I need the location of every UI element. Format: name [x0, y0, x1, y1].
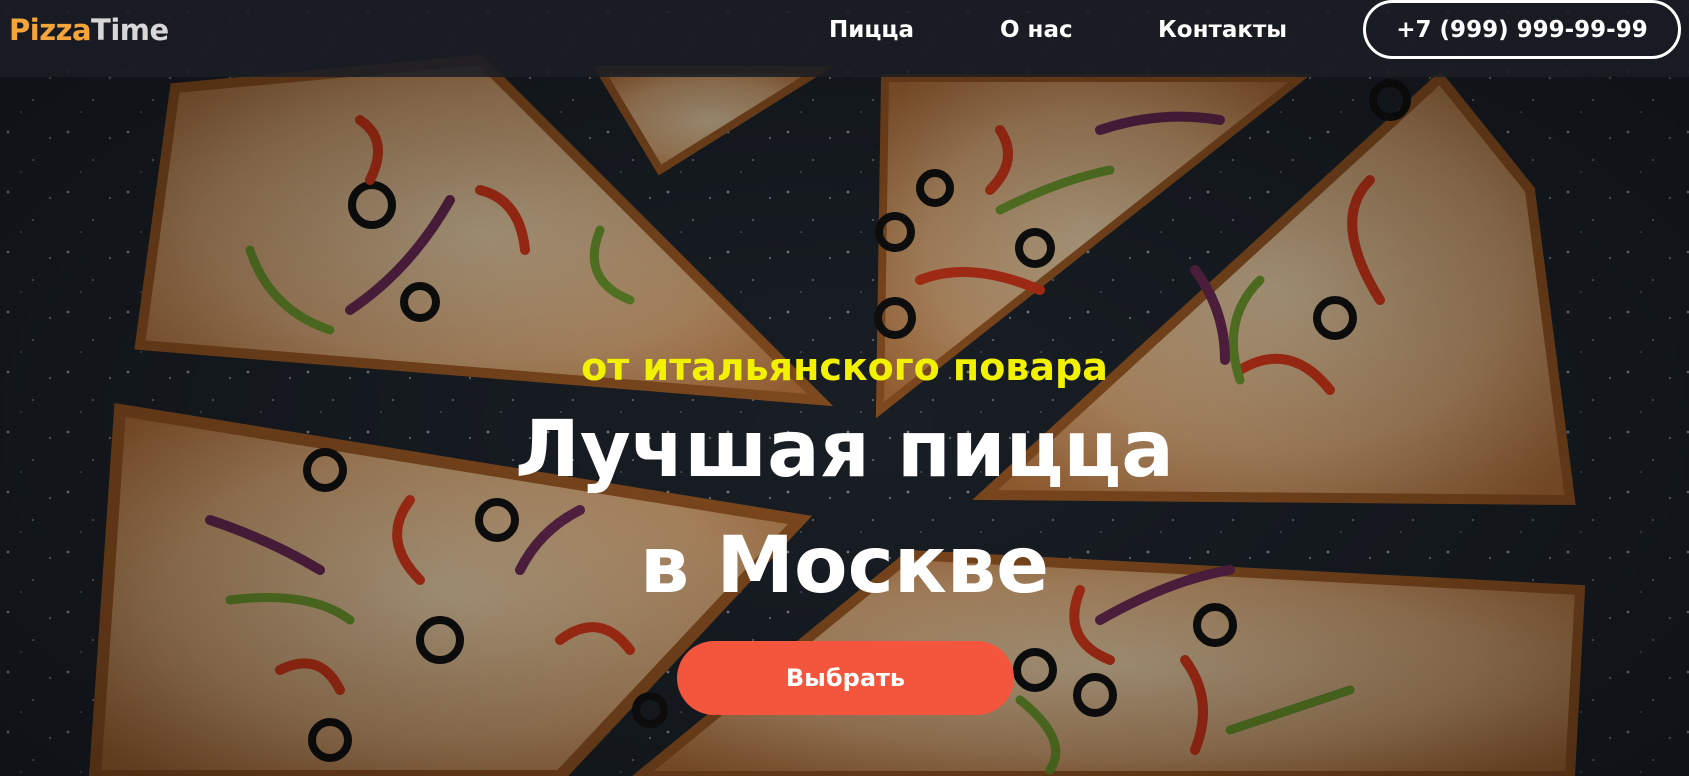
- logo[interactable]: PizzaTime: [9, 13, 169, 47]
- logo-pizza-text: Pizza: [9, 13, 92, 47]
- phone-button[interactable]: +7 (999) 999-99-99: [1363, 0, 1681, 59]
- landing-page: PizzaTime Пицца О нас Контакты +7 (999) …: [0, 0, 1689, 776]
- choose-button[interactable]: Выбрать: [677, 641, 1014, 715]
- nav-link-contacts[interactable]: Контакты: [1158, 16, 1287, 44]
- hero-title-line-1: Лучшая пицца: [515, 405, 1174, 495]
- hero-title-line-2: в Москве: [639, 521, 1050, 611]
- nav-link-pizza[interactable]: Пицца: [829, 16, 914, 44]
- nav-link-about[interactable]: О нас: [1000, 16, 1073, 44]
- site-header: PizzaTime Пицца О нас Контакты +7 (999) …: [0, 0, 1689, 77]
- logo-time-text: Time: [91, 13, 169, 47]
- hero-title: Лучшая пицца в Москве: [0, 392, 1689, 624]
- hero-subtitle: от итальянского повара: [581, 345, 1108, 389]
